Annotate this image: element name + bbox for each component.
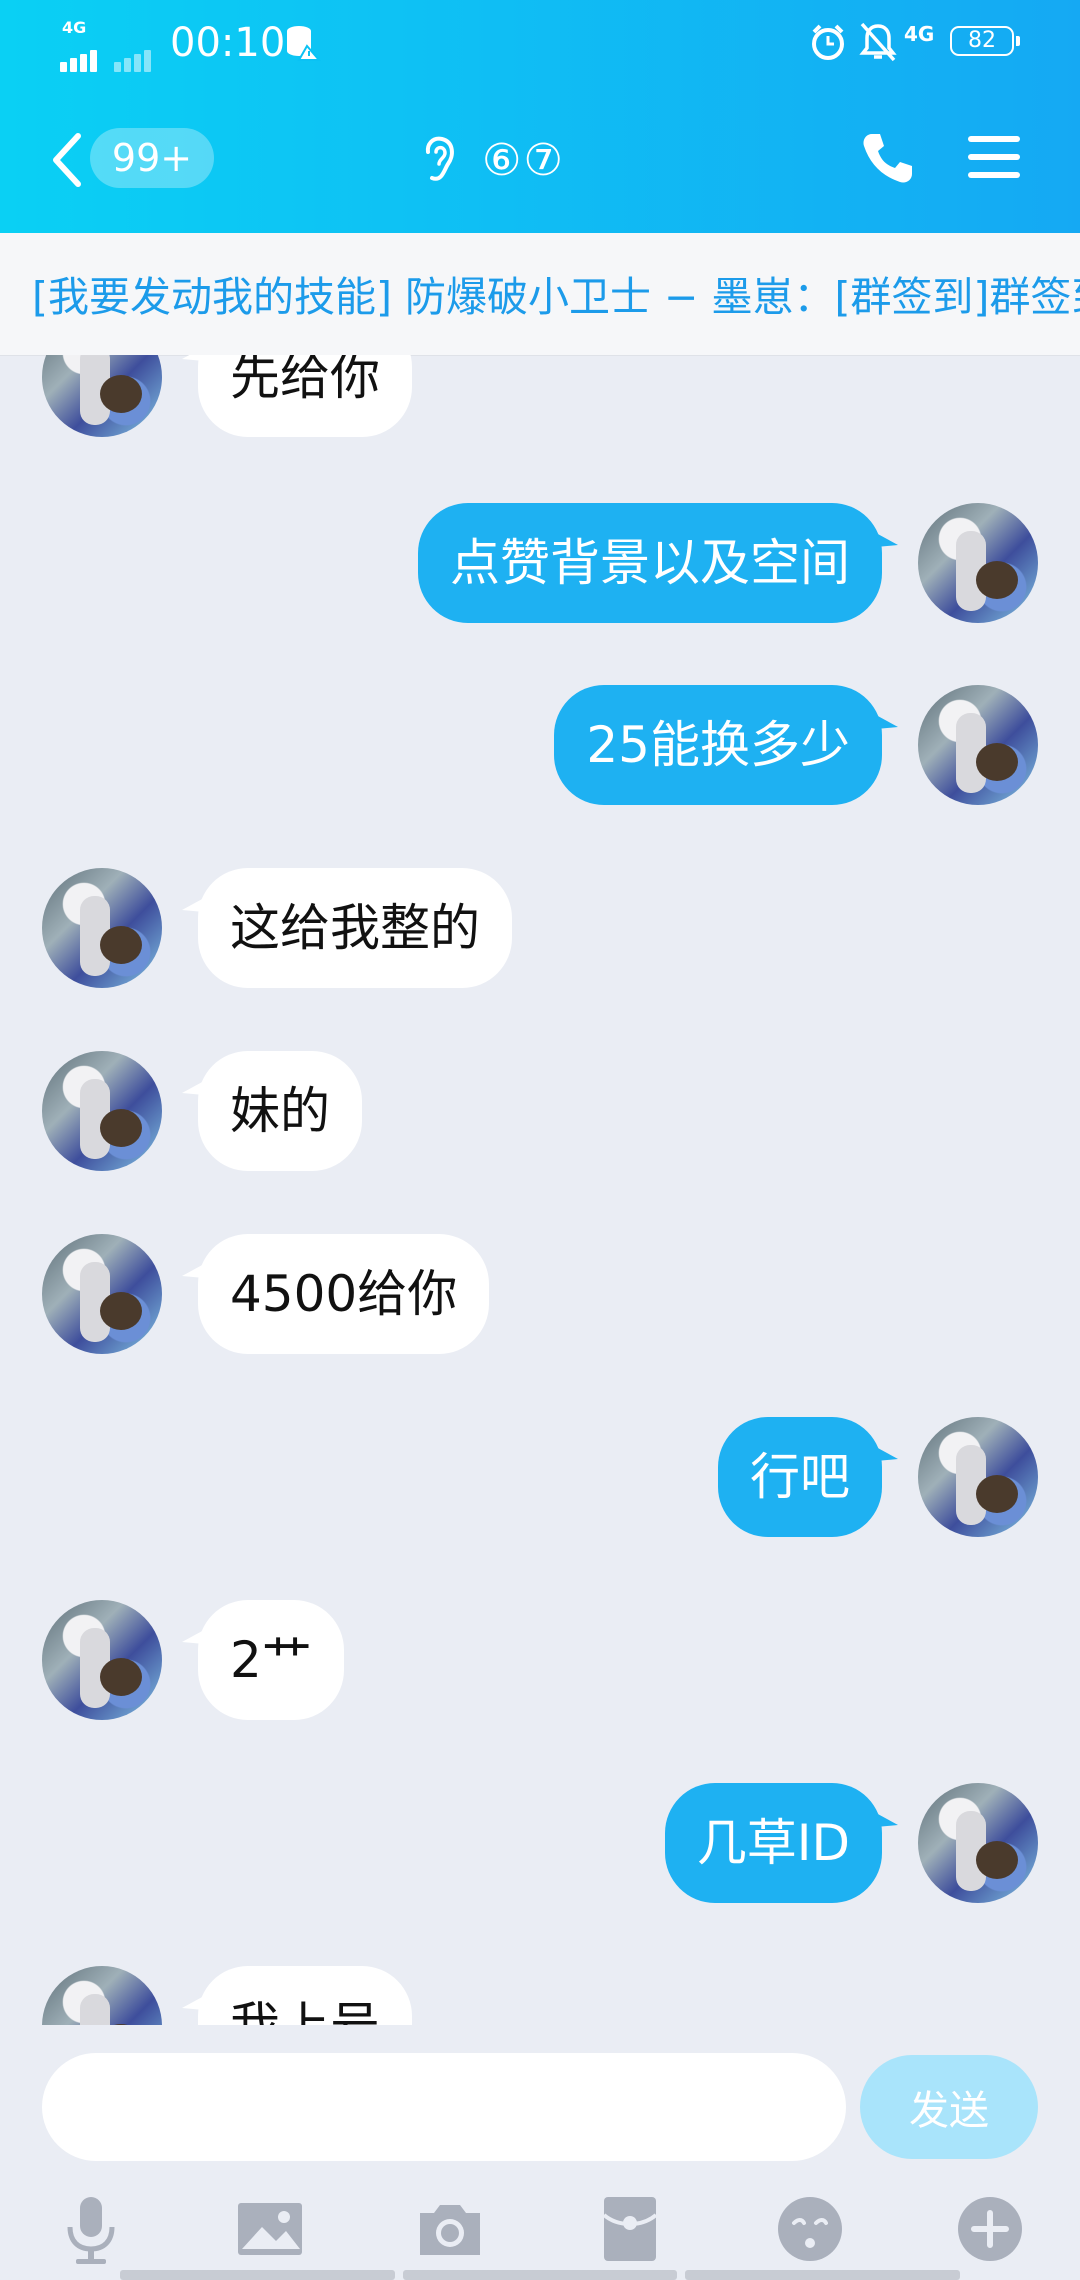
message-row: 25能换多少 [0,685,1080,825]
message-bubble[interactable]: 几草ID [664,1783,899,1903]
red-packet-icon[interactable] [594,2193,666,2265]
image-icon[interactable] [234,2193,306,2265]
message-bubble[interactable]: 妹的 [182,1051,362,1171]
clock: 00:10 [170,20,286,66]
message-row: 行吧 [0,1417,1080,1557]
camera-icon[interactable] [414,2193,486,2265]
sender-avatar[interactable] [42,1234,162,1354]
menu-icon[interactable] [968,132,1024,182]
chat-header: 4G 00:10 4G 82 99+ ⑥⑦ [0,0,1080,233]
message-row: 我上号 [0,1966,1080,2025]
input-bar: 发送 [0,2025,1080,2280]
message-bubble[interactable]: 点赞背景以及空间 [418,503,898,623]
message-bubble[interactable]: 25能换多少 [554,685,898,805]
message-bubble[interactable]: 先给你 [182,355,412,437]
battery-icon: 82 [950,26,1020,56]
sender-avatar[interactable] [42,868,162,988]
my-avatar[interactable] [918,503,1038,623]
title-bar: 99+ ⑥⑦ [0,100,1080,220]
message-row: 这给我整的 [0,868,1080,1008]
chat-title[interactable]: ⑥⑦ [420,130,565,190]
notice-text: [我要发动我的技能] 防爆破小卫士 − 墨崽：[群签到]群签到 [32,273,1080,321]
chat-title-text: ⑥⑦ [482,134,565,186]
phone-icon[interactable] [860,130,916,186]
network-type-left: 4G [62,18,87,37]
sender-avatar[interactable] [42,1966,162,2025]
sender-avatar[interactable] [42,355,162,437]
message-input[interactable] [42,2053,846,2161]
unread-count-badge[interactable]: 99+ [90,128,214,188]
my-avatar[interactable] [918,1783,1038,1903]
message-row: 几草ID [0,1783,1080,1923]
message-bubble[interactable]: 我上号 [182,1966,412,2025]
group-notice-banner[interactable]: [我要发动我的技能] 防爆破小卫士 − 墨崽：[群签到]群签到 [0,233,1080,356]
notifications-off-icon [859,22,897,62]
my-avatar[interactable] [918,1417,1038,1537]
input-toolbar [0,2193,1080,2273]
ear-icon [425,136,454,181]
mic-icon[interactable] [54,2193,126,2265]
sender-avatar[interactable] [42,1600,162,1720]
message-bubble[interactable]: 行吧 [718,1417,898,1537]
data-saver-icon [287,26,321,61]
message-bubble[interactable]: 这给我整的 [182,868,512,988]
network-type-right: 4G [904,22,935,46]
message-bubble[interactable]: 2艹 [182,1600,344,1720]
sender-avatar[interactable] [42,1051,162,1171]
status-bar: 4G 00:10 4G 82 [0,0,1080,90]
message-bubble[interactable]: 4500给你 [181,1234,490,1354]
alarm-icon [812,24,844,60]
message-row: 点赞背景以及空间 [0,503,1080,643]
emoji-icon[interactable] [774,2193,846,2265]
my-avatar[interactable] [918,685,1038,805]
back-arrow-icon[interactable] [48,130,88,190]
signal-strength-icon [60,36,110,72]
signal-strength-2-icon [114,36,164,72]
message-row: 妹的 [0,1051,1080,1191]
plus-icon[interactable] [954,2193,1026,2265]
gesture-bar [120,2270,961,2280]
send-button[interactable]: 发送 [860,2055,1038,2159]
message-row: 2艹 [0,1600,1080,1740]
message-row: 先给你 [0,355,1080,457]
message-list[interactable]: 先给你 点赞背景以及空间 25能换多少 这给我整的 妹的 4500给你 行吧 2… [0,355,1080,2025]
message-row: 4500给你 [0,1234,1080,1374]
